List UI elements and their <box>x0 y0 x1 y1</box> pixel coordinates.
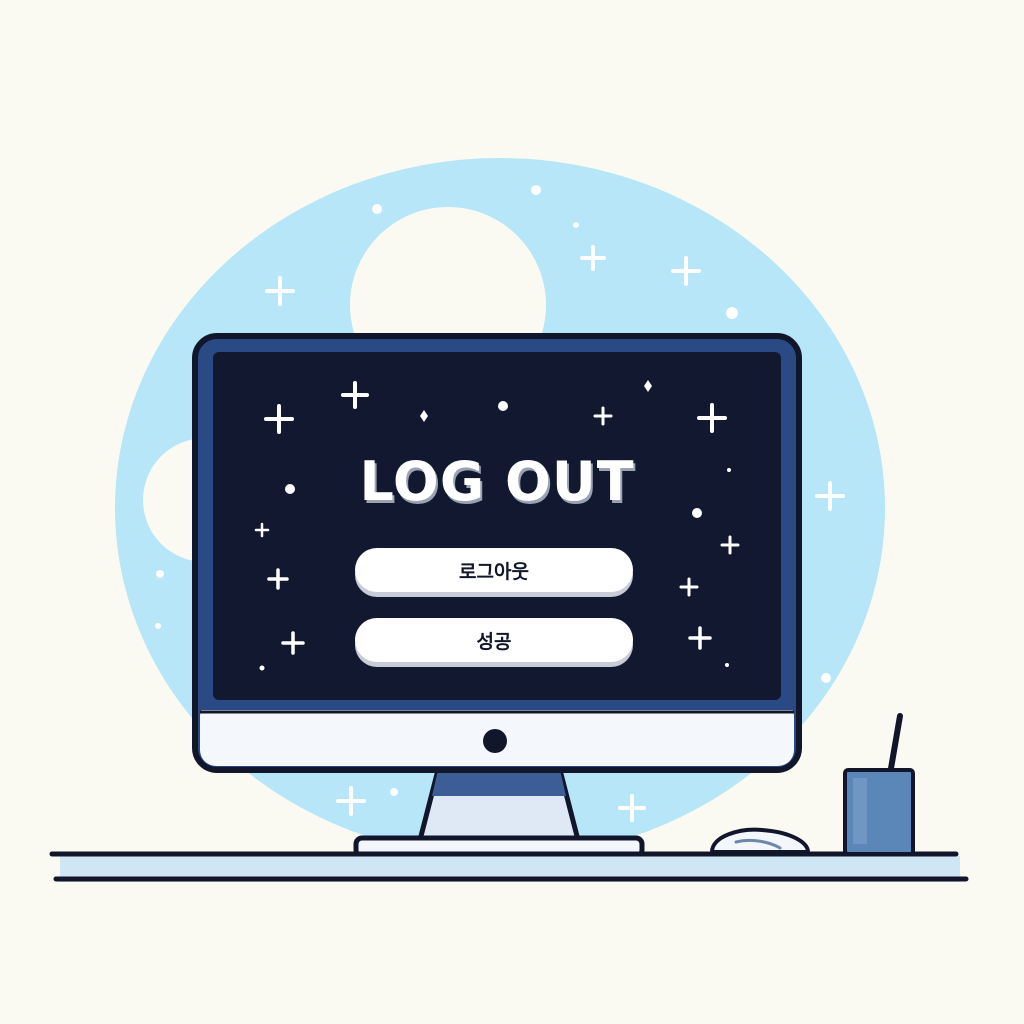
success-button[interactable]: 성공 <box>355 618 633 662</box>
power-button-icon <box>483 729 507 753</box>
mouse <box>710 827 810 854</box>
logout-button[interactable]: 로그아웃 <box>355 548 633 592</box>
desk <box>49 851 969 882</box>
cup <box>843 713 915 856</box>
logout-title: LOG OUT <box>359 450 635 513</box>
